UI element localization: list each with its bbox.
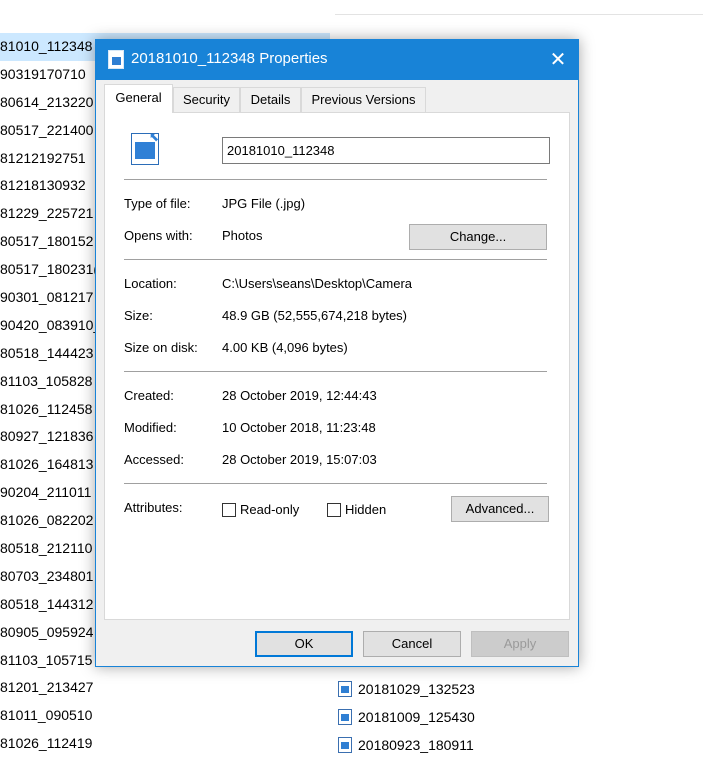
- size-on-disk-label: Size on disk:: [124, 340, 198, 355]
- size-on-disk-value: 4.00 KB (4,096 bytes): [222, 340, 348, 355]
- cancel-button[interactable]: Cancel: [363, 631, 461, 657]
- separator: [124, 371, 547, 372]
- advanced-button[interactable]: Advanced...: [451, 496, 549, 522]
- list-item[interactable]: 81201_213427: [0, 674, 330, 702]
- list-item[interactable]: 81026_112419: [0, 730, 330, 758]
- image-file-icon: [108, 50, 124, 69]
- title-bar[interactable]: 20181010_112348 Properties ✕: [96, 40, 578, 80]
- tab-general[interactable]: General: [104, 84, 173, 113]
- created-value: 28 October 2019, 12:44:43: [222, 388, 377, 403]
- hidden-checkbox[interactable]: Hidden: [327, 502, 386, 517]
- location-label: Location:: [124, 276, 177, 291]
- image-file-icon: [338, 681, 352, 697]
- accessed-label: Accessed:: [124, 452, 184, 467]
- type-label: Type of file:: [124, 196, 191, 211]
- separator: [124, 179, 547, 180]
- jpg-file-icon: ⬉: [131, 131, 163, 167]
- dialog-title: 20181010_112348 Properties: [131, 50, 328, 67]
- change-button[interactable]: Change...: [409, 224, 547, 250]
- size-label: Size:: [124, 308, 153, 323]
- checkbox-box[interactable]: [222, 503, 236, 517]
- general-panel: ⬉ Type of file: JPG File (.jpg) Opens wi…: [104, 112, 570, 620]
- readonly-label: Read-only: [240, 502, 300, 517]
- opens-with-label: Opens with:: [124, 228, 193, 243]
- readonly-checkbox[interactable]: Read-only: [222, 502, 299, 517]
- type-value: JPG File (.jpg): [222, 196, 306, 211]
- list-item[interactable]: 20181009_125430: [338, 703, 475, 731]
- list-item-label: 20180923_180911: [358, 737, 474, 753]
- opens-with-value: Photos: [222, 228, 263, 243]
- tab-previous-versions[interactable]: Previous Versions: [301, 87, 426, 112]
- close-button[interactable]: ✕: [538, 40, 578, 80]
- list-item[interactable]: 20181029_132523: [338, 675, 475, 703]
- attributes-label: Attributes:: [124, 500, 183, 515]
- image-file-icon: [338, 737, 352, 753]
- hidden-label: Hidden: [345, 502, 387, 517]
- list-item[interactable]: 81011_090510: [0, 702, 330, 730]
- properties-dialog: 20181010_112348 Properties ✕ General Sec…: [95, 39, 579, 667]
- accessed-value: 28 October 2019, 15:07:03: [222, 452, 377, 467]
- separator: [124, 483, 547, 484]
- location-value: C:\Users\seans\Desktop\Camera: [222, 276, 413, 291]
- explorer-header-line: [335, 14, 703, 15]
- list-item-label: 20181029_132523: [358, 681, 475, 697]
- checkbox-box[interactable]: [327, 503, 341, 517]
- apply-button[interactable]: Apply: [471, 631, 569, 657]
- created-label: Created:: [124, 388, 174, 403]
- separator: [124, 259, 547, 260]
- size-value: 48.9 GB (52,555,674,218 bytes): [222, 308, 408, 323]
- ok-button[interactable]: OK: [255, 631, 353, 657]
- modified-label: Modified:: [124, 420, 177, 435]
- tab-details[interactable]: Details: [240, 87, 301, 112]
- list-item[interactable]: 20180923_180911: [338, 731, 474, 759]
- tab-security[interactable]: Security: [173, 87, 240, 112]
- image-file-icon: [338, 709, 352, 725]
- list-item-label: 20181009_125430: [358, 709, 475, 725]
- filename-input[interactable]: [222, 137, 550, 164]
- modified-value: 10 October 2018, 11:23:48: [222, 420, 376, 435]
